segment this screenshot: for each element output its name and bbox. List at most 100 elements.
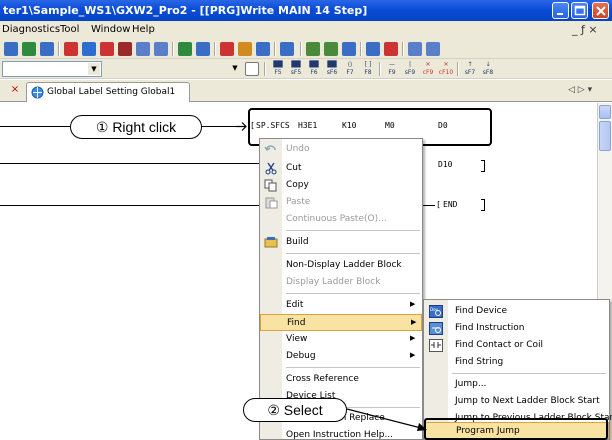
menu-item-edit[interactable]: Edit ▶ bbox=[260, 297, 422, 314]
global-label-icon bbox=[31, 86, 44, 99]
menu-item-debug[interactable]: Debug ▶ bbox=[260, 348, 422, 365]
submenu-arrow-icon: ▶ bbox=[411, 318, 417, 326]
callout-right-click: ① Right click bbox=[70, 115, 202, 139]
menu-item-undo[interactable]: Undo bbox=[260, 141, 422, 158]
debug-icon[interactable] bbox=[196, 42, 210, 56]
cf10-delete-line-icon[interactable]: ✕ cF10 bbox=[438, 61, 454, 77]
f6-contact-icon[interactable]: ██ F6 bbox=[306, 61, 322, 77]
mdi-controls[interactable]: _ ƒ × bbox=[572, 23, 598, 36]
sf6-contact-icon[interactable]: ██ sF6 bbox=[324, 61, 340, 77]
operand[interactable]: D10 bbox=[438, 160, 452, 169]
maximize-button[interactable] bbox=[571, 2, 588, 19]
scroll-thumb[interactable] bbox=[599, 121, 611, 151]
submenu-item-find-contact-or-coil[interactable]: Find Contact or Coil bbox=[424, 337, 609, 354]
close-icon bbox=[596, 6, 606, 16]
sf9-line-icon[interactable]: | sF9 bbox=[402, 61, 418, 77]
submenu-arrow-icon: ▶ bbox=[410, 334, 416, 342]
zoom-icon[interactable] bbox=[384, 42, 398, 56]
tab-label: Global Label Setting Global1 bbox=[47, 87, 176, 97]
menu-diagnostics[interactable]: Diagnostics bbox=[2, 24, 60, 35]
toolbar-separator bbox=[264, 62, 266, 76]
maximize-icon bbox=[574, 5, 586, 16]
search-icon[interactable] bbox=[426, 42, 440, 56]
read-icon[interactable] bbox=[82, 42, 96, 56]
tab-global-label[interactable]: Global Label Setting Global1 bbox=[26, 82, 190, 102]
submenu-item-jump-next-block[interactable]: Jump to Next Ladder Block Start bbox=[424, 393, 609, 410]
ladder-line bbox=[423, 205, 435, 206]
close-button[interactable] bbox=[592, 2, 609, 19]
sf8-pulse-icon[interactable]: ↓ sF8 bbox=[480, 61, 496, 77]
menu-item-display-ladder-block[interactable]: Display Ladder Block bbox=[260, 274, 422, 291]
search-icon[interactable] bbox=[408, 42, 422, 56]
ladder-icon[interactable] bbox=[306, 42, 320, 56]
program-icon[interactable] bbox=[22, 42, 36, 56]
sf7-pulse-icon[interactable]: ↑ sF7 bbox=[462, 61, 478, 77]
tool-icon[interactable] bbox=[280, 42, 294, 56]
monitor-icon[interactable] bbox=[118, 42, 132, 56]
callout-select: ② Select bbox=[243, 398, 347, 422]
f7-coil-icon[interactable]: ⟨⟩ F7 bbox=[342, 61, 358, 77]
menu-tool[interactable]: Tool bbox=[60, 24, 79, 35]
svg-text:Dev: Dev bbox=[430, 307, 439, 312]
dropdown-button[interactable]: ▼ bbox=[228, 61, 242, 77]
debug-icon[interactable] bbox=[178, 42, 192, 56]
toolbar-separator bbox=[58, 42, 60, 56]
menu-item-copy[interactable]: Copy bbox=[260, 177, 422, 194]
write-icon[interactable] bbox=[64, 42, 78, 56]
menu-item-find[interactable]: Find ▶ bbox=[260, 314, 422, 331]
menu-item-non-display-ladder-block[interactable]: Non-Display Ladder Block bbox=[260, 257, 422, 274]
submenu-item-find-instruction[interactable]: Find Instruction bbox=[424, 320, 609, 337]
sf5-contact-icon[interactable]: ██ sF5 bbox=[288, 61, 304, 77]
project-combo[interactable]: ▼ bbox=[2, 61, 102, 77]
tool-icon[interactable] bbox=[256, 42, 270, 56]
submenu-item-jump[interactable]: Jump... bbox=[424, 376, 609, 393]
monitor-icon[interactable] bbox=[154, 42, 168, 56]
build-icon bbox=[264, 237, 278, 248]
tool-icon[interactable] bbox=[220, 42, 234, 56]
submenu-arrow-icon: ▶ bbox=[410, 351, 416, 359]
callout-pointer-arrow bbox=[346, 408, 427, 431]
ladder-line bbox=[0, 126, 70, 127]
f5-contact-icon[interactable]: ██ F5 bbox=[270, 61, 286, 77]
zoom-icon[interactable] bbox=[366, 42, 380, 56]
find-contact-icon bbox=[429, 339, 443, 352]
document-icon[interactable] bbox=[245, 62, 259, 76]
tab-strip: × Global Label Setting Global1 ◁ ▷ ▾ bbox=[0, 80, 612, 102]
verify-icon[interactable] bbox=[100, 42, 114, 56]
menu-bar: Diagnostics Tool Window Help _ ƒ × bbox=[0, 21, 612, 39]
tool-icon[interactable] bbox=[238, 42, 252, 56]
title-bar: ter1\Sample_WS1\GXW2_Pro2 - [[PRG]Write … bbox=[0, 0, 612, 21]
end-instruction[interactable]: END bbox=[443, 200, 457, 209]
ladder-icon[interactable] bbox=[342, 42, 356, 56]
find-instruction-icon bbox=[429, 322, 443, 335]
scroll-up-icon[interactable] bbox=[599, 105, 611, 119]
minimize-icon bbox=[557, 13, 563, 15]
program-icon[interactable] bbox=[40, 42, 54, 56]
toolbar-separator bbox=[274, 42, 276, 56]
menu-help[interactable]: Help bbox=[132, 24, 155, 35]
menu-item-build[interactable]: Build bbox=[260, 234, 422, 251]
toolbar-separator bbox=[214, 42, 216, 56]
menu-item-paste[interactable]: Paste bbox=[260, 194, 422, 211]
ladder-line bbox=[0, 205, 259, 206]
menu-item-cut[interactable]: Cut bbox=[260, 160, 422, 177]
bracket-open: [ bbox=[436, 200, 441, 209]
cf9-delete-line-icon[interactable]: ✕ cF9 bbox=[420, 61, 436, 77]
menu-item-continuous-paste[interactable]: Continuous Paste(O)... bbox=[260, 211, 422, 228]
f9-line-icon[interactable]: — F9 bbox=[384, 61, 400, 77]
submenu-item-find-string[interactable]: Find String bbox=[424, 354, 609, 371]
toolbar-main bbox=[0, 39, 612, 59]
tab-nav-arrows[interactable]: ◁ ▷ ▾ bbox=[568, 85, 592, 95]
minimize-button[interactable] bbox=[552, 2, 569, 19]
ladder-icon[interactable] bbox=[324, 42, 338, 56]
menu-item-cross-reference[interactable]: Cross Reference bbox=[260, 371, 422, 388]
chevron-down-icon: ▼ bbox=[88, 63, 100, 75]
monitor-icon[interactable] bbox=[136, 42, 150, 56]
submenu-item-find-device[interactable]: Dev Find Device bbox=[424, 303, 609, 320]
close-tab-icon[interactable]: × bbox=[9, 84, 21, 96]
f8-instruction-icon[interactable]: [ ] F8 bbox=[360, 61, 376, 77]
menu-item-view[interactable]: View ▶ bbox=[260, 331, 422, 348]
menu-window[interactable]: Window bbox=[91, 24, 130, 35]
program-icon[interactable] bbox=[4, 42, 18, 56]
menu-separator bbox=[286, 230, 420, 231]
